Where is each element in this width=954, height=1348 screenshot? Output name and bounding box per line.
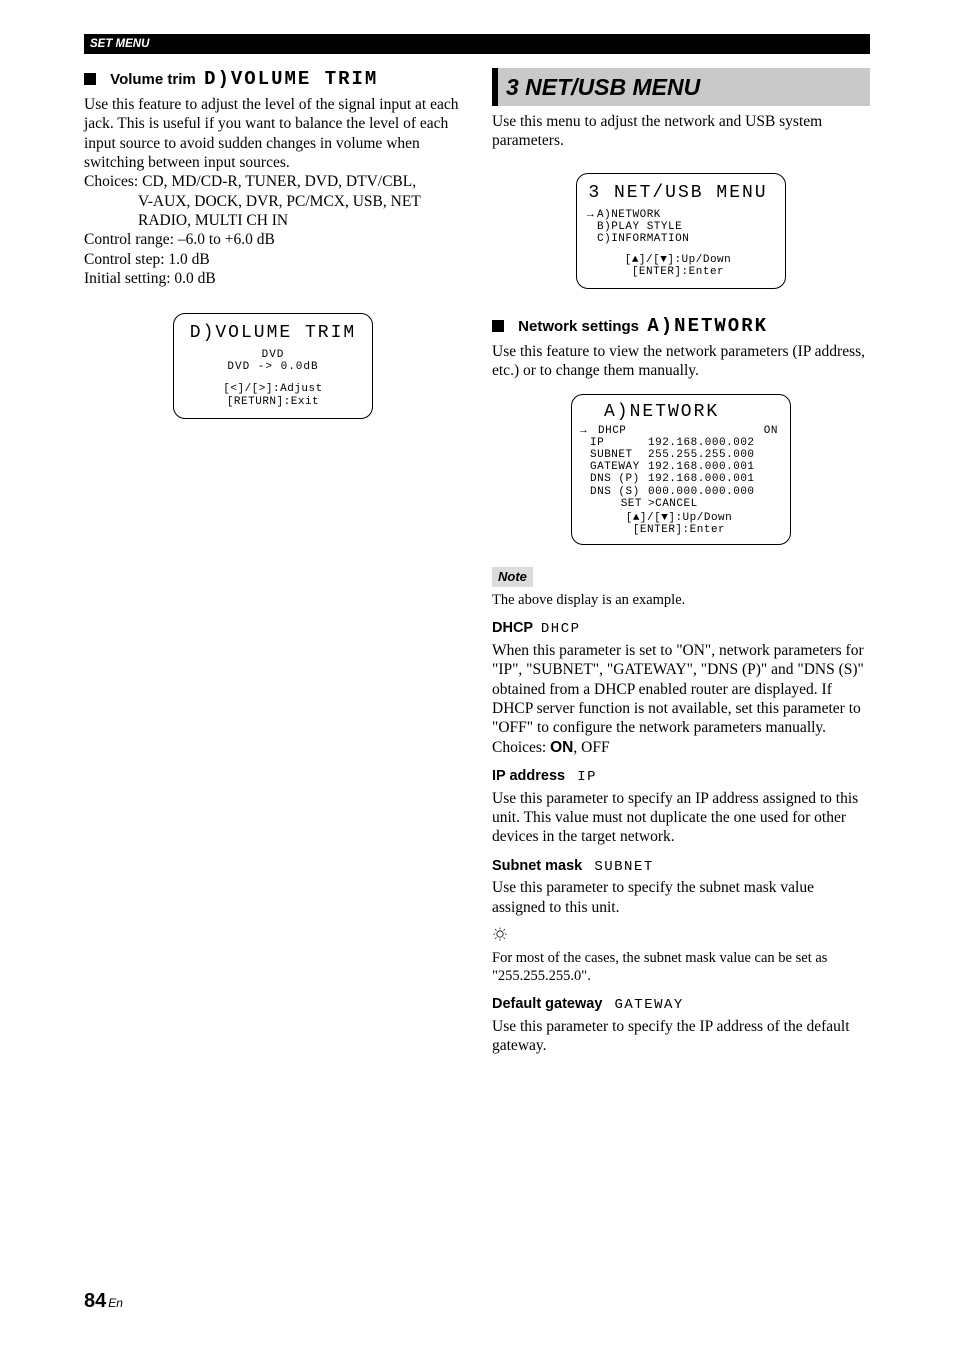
panel2-item-b: B)PLAY STYLE [597,221,689,233]
dnss-key: DNS (S) [590,486,648,498]
subnet-key: SUBNET [590,449,648,461]
panel2-item-c: C)INFORMATION [597,233,689,245]
panel1-hint1: [<]/[>]:Adjust [188,383,358,395]
netusb-intro: Use this menu to adjust the network and … [492,112,870,151]
gateway-val: 192.168.000.001 [648,461,755,473]
ip-heading: IP address IP [492,767,870,787]
dhcp-lcd: DHCP [541,621,581,637]
panel1-title: D)VOLUME TRIM [188,324,358,344]
network-settings-lcd: A)NETWORK [647,315,768,337]
initial-setting: Initial setting: 0.0 dB [84,269,462,288]
panel2-hint1: [▲]/[▼]:Up/Down [587,254,769,266]
dhcp-choices-label: Choices: [492,739,550,756]
tip-icon [492,927,870,947]
ip-body: Use this parameter to specify an IP addr… [492,789,870,847]
lightbulb-icon [492,927,508,943]
volume-trim-intro: Use this feature to adjust the level of … [84,95,462,173]
page-number-value: 84 [84,1290,106,1312]
dnss-val: 000.000.000.000 [648,486,755,498]
control-step: Control step: 1.0 dB [84,250,462,269]
note-text: The above display is an example. [492,591,870,609]
choices-line: Choices: CD, MD/CD-R, TUNER, DVD, DTV/CB… [84,172,462,191]
choices-line2: V-AUX, DOCK, DVR, PC/MCX, USB, NET RADIO… [84,192,462,231]
netusb-section-title: 3 NET/USB MENU [506,74,700,100]
network-settings-heading: Network settings A)NETWORK [492,315,870,339]
arrow-icon: → [580,425,590,437]
set-val: >CANCEL [648,498,698,510]
note-block: Note The above display is an example. [492,567,870,609]
subnet-lcd: SUBNET [594,859,653,875]
choices-line1: CD, MD/CD-R, TUNER, DVD, DTV/CBL, [142,173,416,190]
note-label: Note [492,567,533,587]
gateway-body: Use this parameter to specify the IP add… [492,1017,870,1056]
volume-trim-display-panel: D)VOLUME TRIM DVD DVD -> 0.0dB [<]/[>]:A… [173,313,373,419]
panel2-title: 3 NET/USB MENU [587,184,769,204]
subnet-heading: Subnet mask SUBNET [492,857,870,877]
page-header-text: SET MENU [90,38,149,50]
volume-trim-lcd: D)VOLUME TRIM [204,68,378,90]
set-key: SET [590,498,648,510]
page-number-suffix: En [108,1296,123,1310]
gateway-heading: Default gateway GATEWAY [492,995,870,1015]
ip-key: IP [590,437,648,449]
dhcp-heading: DHCP DHCP [492,619,870,639]
square-bullet-icon [84,73,96,85]
page-columns: Volume trim D)VOLUME TRIM Use this featu… [84,68,870,1055]
dnsp-key: DNS (P) [590,473,648,485]
right-column: 3 NET/USB MENU Use this menu to adjust t… [492,68,870,1055]
network-settings-intro: Use this feature to view the network par… [492,342,870,381]
panel3-title: A)NETWORK [604,403,778,423]
dnsp-val: 192.168.000.001 [648,473,755,485]
ip-title: IP address [492,768,565,784]
page-number: 84En [84,1289,123,1314]
left-column: Volume trim D)VOLUME TRIM Use this featu… [84,68,462,1055]
netusb-section-header: 3 NET/USB MENU [492,68,870,106]
dhcp-key: DHCP [598,425,656,437]
subnet-title: Subnet mask [492,858,582,874]
tip-text: For most of the cases, the subnet mask v… [492,949,870,985]
panel2-hint2: [ENTER]:Enter [587,266,769,278]
network-settings-title: Network settings [518,318,639,335]
dhcp-title: DHCP [492,620,533,636]
choices-label: Choices: [84,173,138,190]
dhcp-choices-rest: , OFF [573,739,609,756]
panel3-hint2: [ENTER]:Enter [580,524,778,536]
panel1-line2: DVD -> 0.0dB [188,361,358,373]
gateway-title: Default gateway [492,996,602,1012]
panel3-hint1: [▲]/[▼]:Up/Down [580,512,778,524]
gateway-lcd: GATEWAY [615,997,684,1013]
arrow-icon: → [587,209,597,221]
panel1-line1: DVD [188,349,358,361]
dhcp-body: When this parameter is set to "ON", netw… [492,641,870,738]
gateway-key: GATEWAY [590,461,648,473]
subnet-body: Use this parameter to specify the subnet… [492,878,870,917]
square-bullet-icon [492,320,504,332]
dhcp-choices-bold: ON [550,739,573,756]
netusb-menu-panel: 3 NET/USB MENU → A)NETWORK B)PLAY STYLE … [576,173,786,289]
volume-trim-heading: Volume trim D)VOLUME TRIM [84,68,462,92]
page-header-bar: SET MENU [84,34,870,54]
ip-val: 192.168.000.002 [648,437,755,449]
dhcp-val: ON [656,425,778,437]
panel1-hint2: [RETURN]:Exit [188,396,358,408]
ip-lcd: IP [577,769,597,785]
subnet-val: 255.255.255.000 [648,449,755,461]
panel2-item-a: A)NETWORK [597,209,689,221]
control-range: Control range: –6.0 to +6.0 dB [84,230,462,249]
dhcp-choices: Choices: ON, OFF [492,738,870,757]
volume-trim-title: Volume trim [110,71,196,88]
network-display-panel: A)NETWORK → DHCPON IP192.168.000.002 SUB… [571,394,791,545]
